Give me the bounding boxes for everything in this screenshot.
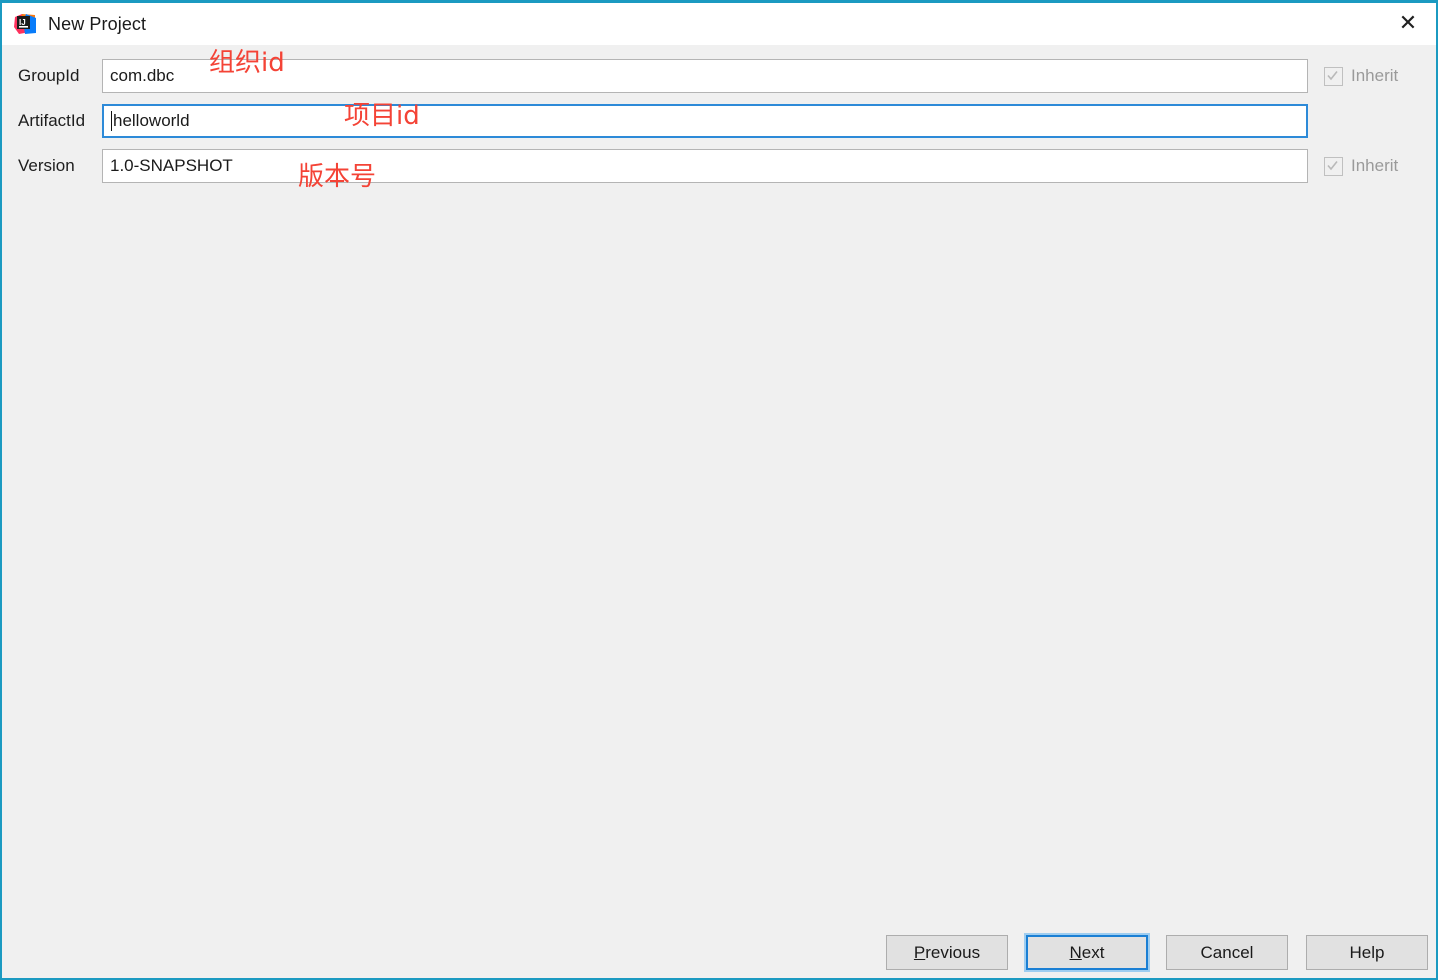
intellij-idea-logo-icon: IJ <box>14 13 36 35</box>
version-inherit-checkbox[interactable]: Inherit <box>1308 156 1424 176</box>
previous-mnemonic: P <box>913 942 926 962</box>
form-row-groupid: GroupId com.dbc Inherit <box>2 59 1436 93</box>
groupid-input[interactable]: com.dbc <box>102 59 1308 93</box>
previous-button-label-rest: revious <box>925 942 981 962</box>
text-caret <box>111 111 112 131</box>
checkmark-icon <box>1324 66 1343 86</box>
new-project-dialog: IJ New Project ✕ GroupId com.dbc Inherit… <box>0 0 1438 980</box>
next-button[interactable]: Next <box>1026 935 1148 970</box>
artifactid-value: helloworld <box>113 111 190 130</box>
close-button[interactable]: ✕ <box>1380 3 1436 45</box>
artifactid-label: ArtifactId <box>18 111 86 130</box>
previous-button[interactable]: Previous <box>886 935 1008 970</box>
groupid-inherit-checkbox[interactable]: Inherit <box>1308 66 1424 86</box>
cancel-button[interactable]: Cancel <box>1166 935 1288 970</box>
window-title: New Project <box>48 14 147 34</box>
form-row-version: Version 1.0-SNAPSHOT Inherit <box>2 149 1436 183</box>
version-input[interactable]: 1.0-SNAPSHOT <box>102 149 1308 183</box>
form-row-artifactid: ArtifactId helloworld <box>2 104 1436 138</box>
dialog-button-bar: Previous Next Cancel Help <box>886 935 1428 970</box>
version-inherit-label: Inherit <box>1351 156 1399 175</box>
next-button-label-rest: ext <box>1081 942 1105 962</box>
groupid-label: GroupId <box>18 66 80 85</box>
close-icon: ✕ <box>1398 11 1418 36</box>
help-button[interactable]: Help <box>1306 935 1428 970</box>
groupid-inherit-label: Inherit <box>1351 66 1399 85</box>
version-label: Version <box>18 156 75 175</box>
groupid-value: com.dbc <box>110 66 175 85</box>
svg-text:IJ: IJ <box>19 18 26 27</box>
artifactid-input[interactable]: helloworld <box>102 104 1308 138</box>
titlebar: IJ New Project ✕ <box>2 3 1436 45</box>
checkmark-icon <box>1324 156 1343 176</box>
version-value: 1.0-SNAPSHOT <box>110 156 233 175</box>
dialog-content: GroupId com.dbc Inherit ArtifactId hello… <box>2 45 1436 978</box>
next-mnemonic: N <box>1069 942 1082 962</box>
